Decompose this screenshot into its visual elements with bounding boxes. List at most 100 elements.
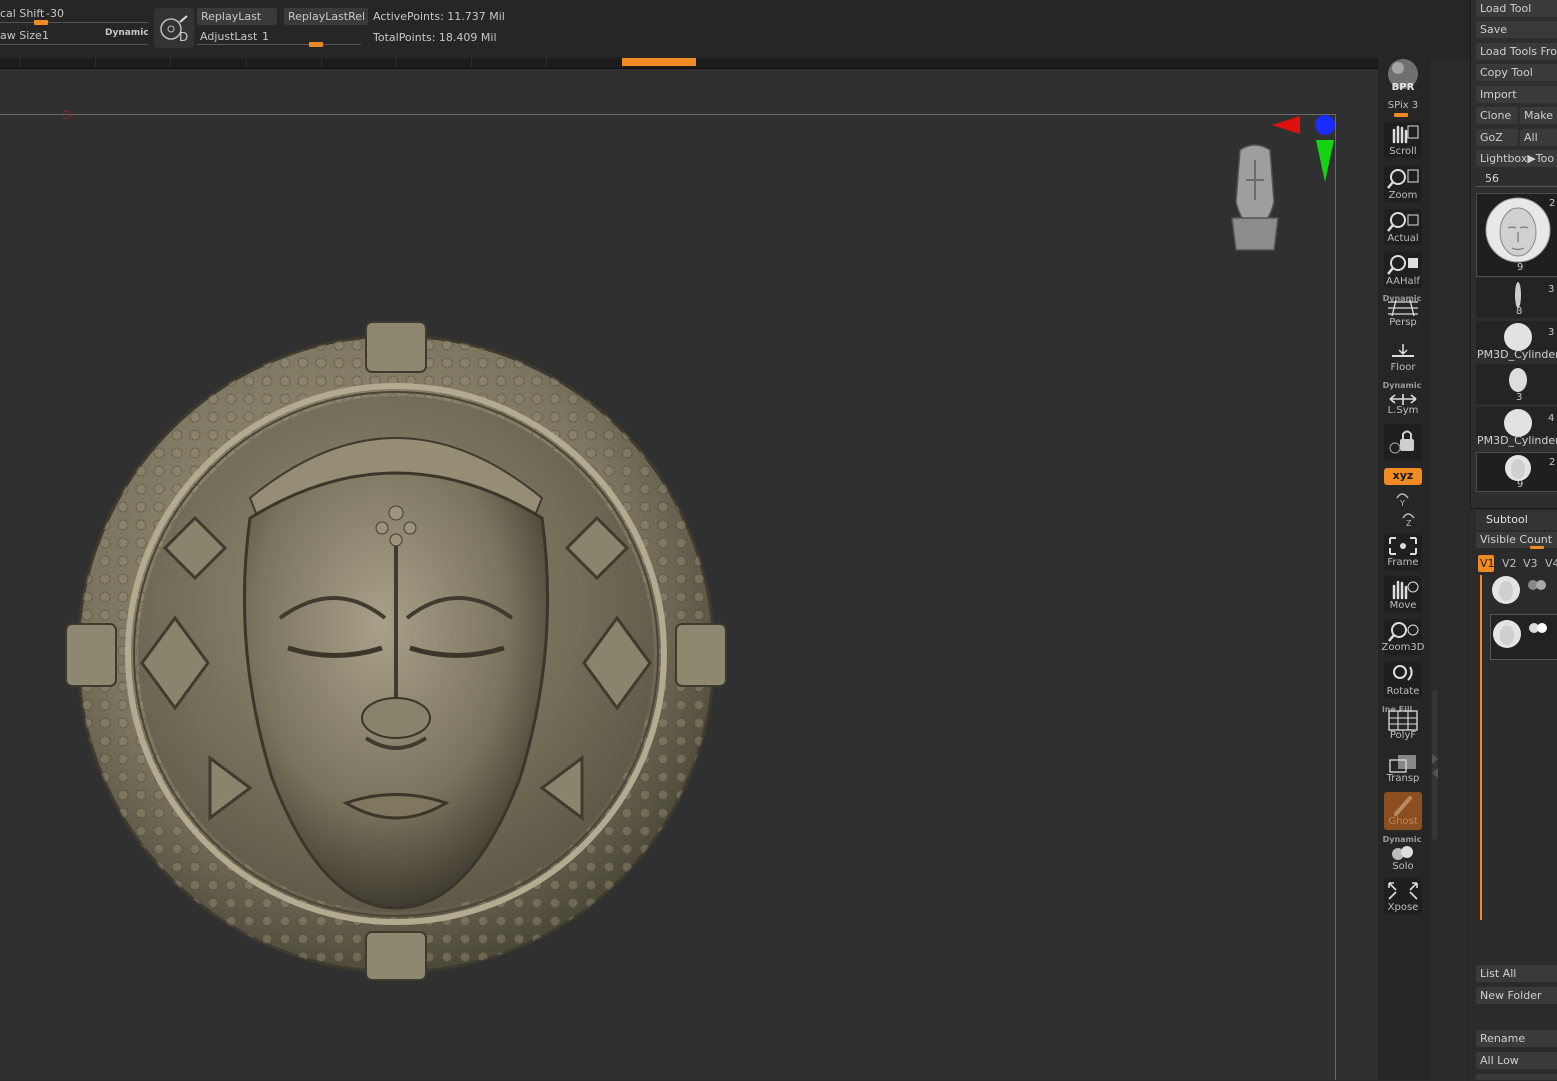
magnifier-icon [1387, 169, 1419, 189]
zoom3d-label: Zoom3D [1381, 642, 1425, 653]
solo-button[interactable] [1384, 843, 1422, 863]
goz-button[interactable]: GoZ [1476, 129, 1518, 146]
v1-tab[interactable]: V1 [1478, 555, 1495, 572]
frame-label: Frame [1387, 557, 1419, 568]
tool-thumbnail-4[interactable]: 3 [1476, 364, 1557, 404]
lightbox-tools-button[interactable]: Lightbox▶Too [1476, 150, 1557, 167]
copy-tool-button[interactable]: Copy Tool [1476, 64, 1557, 81]
v4-tab[interactable]: V4 [1545, 557, 1557, 570]
floor-label: Floor [1390, 362, 1416, 373]
focal-shift-knob[interactable] [34, 20, 48, 25]
bpr-label: BPR [1391, 82, 1415, 93]
canvas-border-right [1335, 114, 1336, 1080]
magnifier-aahalf-icon [1387, 255, 1418, 275]
adjust-last-knob[interactable] [309, 42, 323, 47]
polyf-button[interactable] [1384, 708, 1422, 732]
lightbox-dial-button[interactable]: D [154, 8, 194, 48]
make-polymesh-button[interactable]: Make [1520, 107, 1557, 124]
hand-scroll-icon [1392, 125, 1419, 144]
collapse-arrows-icon[interactable] [1430, 752, 1440, 780]
replay-last-button[interactable]: ReplayLast [197, 8, 277, 25]
thumb-3-name: PM3D_Cylinder [1477, 348, 1557, 361]
floor-button[interactable] [1384, 336, 1422, 362]
magnifier-actual-icon [1387, 212, 1419, 232]
active-tab-indicator [622, 58, 696, 66]
all-to-home-button[interactable] [1476, 1074, 1557, 1080]
lsym-label: L.Sym [1387, 405, 1419, 416]
frame-corners-icon [1389, 537, 1417, 555]
visible-count-slider[interactable]: Visible Count [1476, 532, 1557, 548]
list-all-button[interactable]: List All [1476, 965, 1557, 982]
mask-medallion-model[interactable] [60, 318, 732, 986]
subtool-item-1[interactable] [1488, 574, 1557, 608]
adjust-last-value: 1 [262, 30, 269, 43]
all-low-button[interactable]: All Low [1476, 1052, 1557, 1069]
bpr-button[interactable]: BPR [1384, 58, 1422, 93]
solo-label: Solo [1392, 861, 1414, 872]
ghost-button[interactable]: Ghost [1384, 792, 1422, 830]
persp-label: Persp [1389, 317, 1417, 328]
tool-thumbnail-2[interactable]: 3 8 [1476, 278, 1557, 318]
xpose-label: Xpose [1387, 902, 1419, 913]
magnifier-3d-icon [1388, 622, 1419, 642]
spix-slider[interactable] [1394, 113, 1408, 117]
adjust-last-slider[interactable] [197, 44, 361, 45]
current-tool-thumbnail[interactable]: 2 9 [1476, 193, 1557, 277]
ghost-brush-icon [1394, 796, 1412, 816]
v2-tab[interactable]: V2 [1502, 557, 1517, 570]
total-points-readout: TotalPoints: 18.409 Mil [373, 31, 497, 44]
tool-thumbnail-6[interactable]: 2 9 [1476, 452, 1557, 492]
thumb-5-count: 4 [1548, 413, 1555, 424]
lock-camera-button[interactable] [1384, 424, 1422, 460]
canvas-border [0, 114, 1336, 115]
load-tool-button[interactable]: Load Tool [1476, 0, 1557, 17]
goz-all-button[interactable]: All [1520, 129, 1557, 146]
polyf-label: PolyF [1389, 730, 1417, 741]
thumb-2-count: 3 [1548, 284, 1555, 295]
subtool-list-scrollbar[interactable] [1480, 575, 1482, 920]
tool-count-slider[interactable] [1476, 186, 1557, 187]
subtool-item-2-selected[interactable] [1490, 614, 1557, 660]
axis-gizmo-icon[interactable] [1268, 112, 1340, 188]
persp-button[interactable] [1384, 296, 1422, 317]
spix-label[interactable]: SPix 3 [1380, 100, 1426, 111]
replay-last-rel-button[interactable]: ReplayLastRel [284, 8, 368, 25]
dynamic-toggle[interactable]: Dynamic [105, 28, 149, 38]
rotate-icon [1393, 665, 1413, 681]
floor-grid-icon [1392, 344, 1414, 357]
aahalf-label: AAHalf [1386, 276, 1420, 287]
tool-thumbnail-5[interactable]: 4 [1476, 407, 1557, 437]
top-toolbar: cal Shift -30 aw Size 1 Dynamic D Replay… [0, 0, 1557, 58]
load-tools-from-project-button[interactable]: Load Tools Fro [1476, 43, 1557, 60]
actual-label: Actual [1387, 233, 1419, 244]
save-button[interactable]: Save [1476, 21, 1557, 38]
focal-shift-slider[interactable] [0, 22, 148, 23]
draw-size-value: 1 [42, 29, 49, 42]
move-label: Move [1389, 600, 1417, 611]
palette-tab-strip[interactable] [0, 58, 1380, 69]
clone-button[interactable]: Clone [1476, 107, 1518, 124]
v3-tab[interactable]: V3 [1523, 557, 1538, 570]
visibility-toggle-icon[interactable] [1528, 578, 1550, 592]
thumb-2-subcount: 8 [1516, 306, 1523, 317]
rename-button[interactable]: Rename [1476, 1030, 1557, 1047]
subtool-header[interactable]: Subtool [1476, 510, 1557, 530]
subtool-mask-thumb-icon [1492, 576, 1520, 604]
tool-thumbnail-3[interactable]: 3 [1476, 321, 1557, 351]
axis-rotate-icons[interactable]: Y Z [1394, 490, 1416, 530]
canvas-pivot-marker [63, 111, 71, 119]
scroll-label: Scroll [1389, 146, 1417, 157]
draw-size-slider[interactable] [0, 44, 148, 45]
visible-count-knob[interactable] [1530, 546, 1544, 549]
cylinder-thumbnail-icon-2 [1504, 409, 1532, 437]
transp-label: Transp [1386, 773, 1420, 784]
xyz-rotate-toggle[interactable]: xyz [1384, 468, 1422, 485]
thumb-1-count: 2 [1549, 198, 1556, 209]
focal-shift-value: -30 [46, 7, 64, 20]
rotate-label: Rotate [1386, 686, 1420, 697]
visibility-toggle-icon-2[interactable] [1529, 621, 1551, 635]
import-button[interactable]: Import [1476, 86, 1557, 103]
new-folder-button[interactable]: New Folder [1476, 987, 1557, 1004]
svg-text:Y: Y [1399, 499, 1405, 508]
zoom-label: Zoom [1388, 190, 1418, 201]
